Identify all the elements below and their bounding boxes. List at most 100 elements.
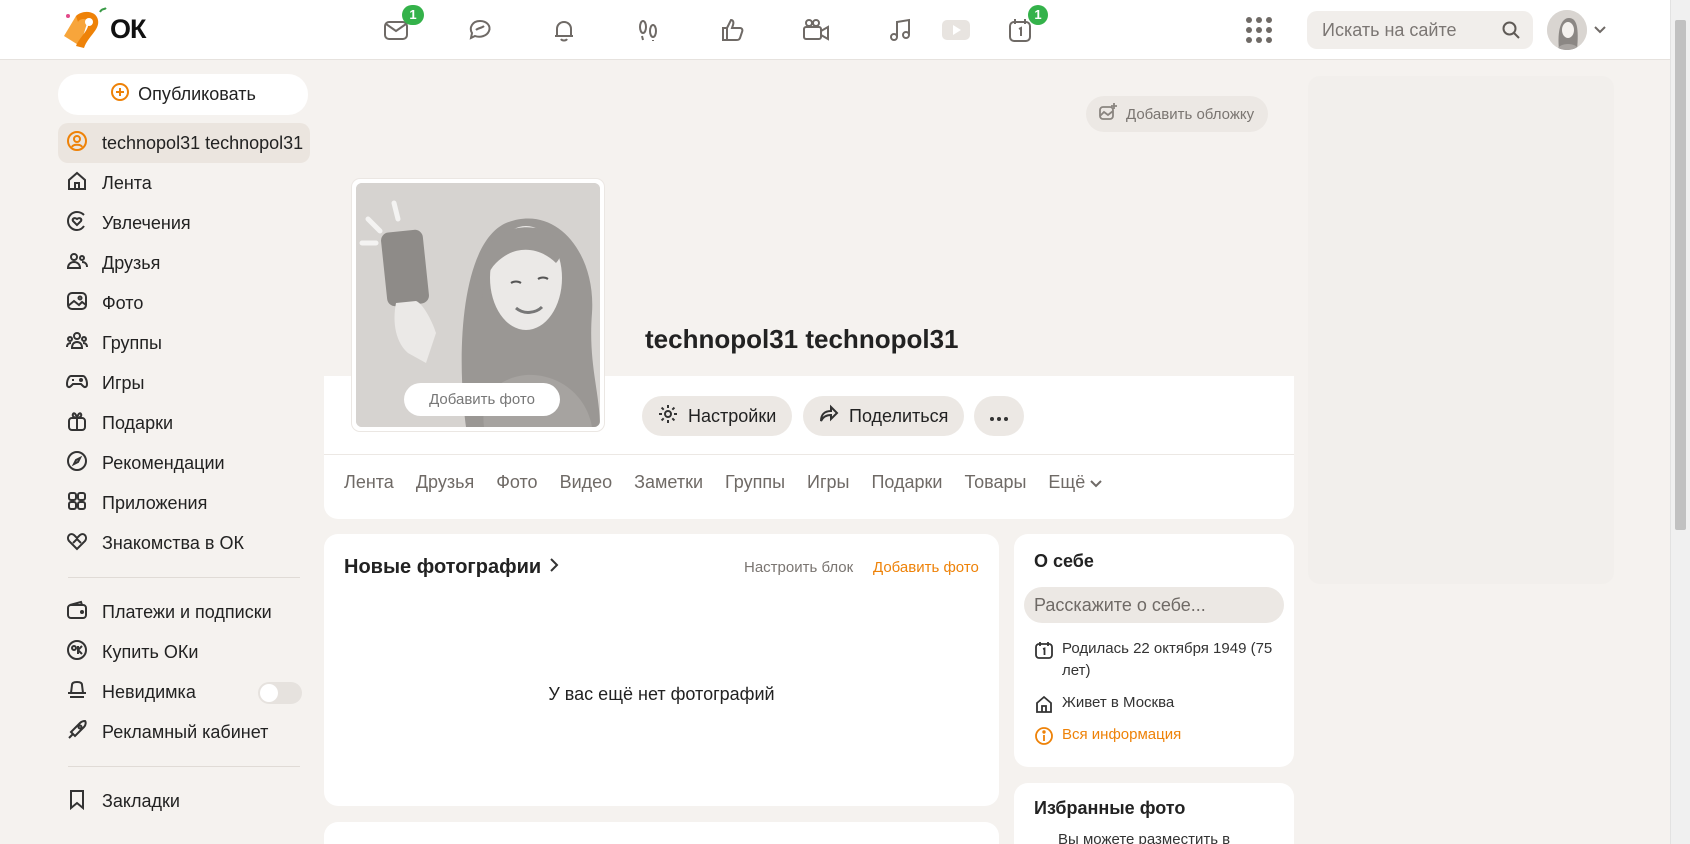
favorite-photos-text: Вы можете разместить в <box>1058 831 1231 844</box>
sidebar-item-hobbies[interactable]: Увлечения <box>58 203 310 243</box>
messages-icon[interactable]: 1 <box>380 5 424 46</box>
sidebar-item-label: Платежи и подписки <box>102 601 272 622</box>
tab-more-label: Ещё <box>1048 472 1086 492</box>
tab-notes[interactable]: Заметки <box>634 472 703 493</box>
sidebar-item-label: Приложения <box>102 492 208 513</box>
apps-grid-icon <box>66 490 88 517</box>
tab-feed[interactable]: Лента <box>344 472 394 493</box>
sidebar-item-label: Знакомства в ОК <box>102 532 244 553</box>
favorite-photos-title: Избранные фото <box>1034 798 1186 818</box>
configure-block-link[interactable]: Настроить блок <box>744 559 853 576</box>
apps-grid-icon[interactable] <box>1244 15 1274 45</box>
gifts-icon <box>66 410 88 437</box>
tab-gifts[interactable]: Подарки <box>871 472 942 493</box>
add-photo-link[interactable]: Добавить фото <box>873 559 979 576</box>
sidebar-item-gifts[interactable]: Подарки <box>58 403 310 443</box>
sidebar-item-photo[interactable]: Фото <box>58 283 310 323</box>
share-button[interactable]: Поделиться <box>803 396 965 436</box>
sidebar-item-label: Закладки <box>102 790 180 811</box>
chevron-down-icon[interactable] <box>1593 22 1607 40</box>
sidebar-item-label: Фото <box>102 292 144 313</box>
add-cover-label: Добавить обложку <box>1126 105 1255 123</box>
sidebar-item-payments[interactable]: Платежи и подписки <box>58 592 310 632</box>
add-photo-button[interactable]: Добавить фото <box>404 383 560 416</box>
guests-footprints-icon[interactable] <box>632 14 664 46</box>
settings-button[interactable]: Настройки <box>642 396 793 436</box>
invisible-toggle[interactable] <box>258 682 302 704</box>
share-arrow-icon <box>819 404 839 429</box>
ok-logo[interactable]: ОК <box>58 6 146 52</box>
sidebar-item-label: technopol31 technopol31 <box>102 132 304 153</box>
groups-icon <box>66 330 88 357</box>
music-note-icon[interactable] <box>884 14 916 46</box>
profile-icon <box>66 130 88 157</box>
logo-badge-icon <box>58 6 108 52</box>
friends-icon <box>66 250 88 277</box>
page-scrollbar[interactable] <box>1670 0 1690 844</box>
next-card <box>324 822 999 844</box>
sidebar-item-dating[interactable]: Знакомства в ОК <box>58 523 310 563</box>
sidebar-item-feed[interactable]: Лента <box>58 163 310 203</box>
sidebar-item-friends[interactable]: Друзья <box>58 243 310 283</box>
sidebar-item-recommendations[interactable]: Рекомендации <box>58 443 310 483</box>
video-play-icon[interactable] <box>940 14 972 46</box>
sidebar-item-invisible[interactable]: Невидимка <box>58 672 310 712</box>
tab-photo[interactable]: Фото <box>496 472 537 493</box>
tab-goods[interactable]: Товары <box>964 472 1026 493</box>
sidebar-item-label: Рекомендации <box>102 452 225 473</box>
add-cover-button[interactable]: Добавить обложку <box>1086 96 1269 132</box>
compass-icon <box>66 450 88 477</box>
new-photos-title-link[interactable]: Новые фотографии <box>344 556 559 579</box>
share-label: Поделиться <box>849 405 949 426</box>
tab-games[interactable]: Игры <box>807 472 849 493</box>
sidebar-item-label: Подарки <box>102 412 174 433</box>
tab-friends[interactable]: Друзья <box>416 472 474 493</box>
likes-thumb-icon[interactable] <box>716 14 748 46</box>
sidebar-divider <box>68 766 300 767</box>
birthday-row: Родилась 22 октября 1949 (75 лет) <box>1034 638 1284 682</box>
sidebar-item-bookmarks[interactable]: Закладки <box>58 781 310 821</box>
right-ad-area <box>1308 76 1614 584</box>
sidebar-item-groups[interactable]: Группы <box>58 323 310 363</box>
notifications-bell-icon[interactable] <box>548 14 580 46</box>
search-box <box>1307 11 1533 49</box>
tab-more[interactable]: Ещё <box>1048 472 1103 493</box>
sidebar-item-ads[interactable]: Рекламный кабинет <box>58 712 310 752</box>
all-info-text: Вся информация <box>1062 726 1182 743</box>
more-actions-button[interactable] <box>974 396 1024 436</box>
sidebar-item-buy-oks[interactable]: Купить ОКи <box>58 632 310 672</box>
new-photos-card: Новые фотографии Настроить блок Добавить… <box>324 534 999 806</box>
tab-groups[interactable]: Группы <box>725 472 785 493</box>
sidebar-item-games[interactable]: Игры <box>58 363 310 403</box>
events-calendar-icon[interactable]: 1 <box>1004 5 1048 46</box>
about-title: О себе <box>1034 551 1094 571</box>
discussions-icon[interactable] <box>464 14 496 46</box>
sidebar-item-profile[interactable]: technopol31 technopol31 <box>58 123 310 163</box>
sidebar-item-label: Лента <box>102 172 152 193</box>
all-info-link[interactable]: Вся информация <box>1034 724 1181 753</box>
video-camera-icon[interactable] <box>800 14 832 46</box>
scrollbar-thumb[interactable] <box>1675 20 1686 530</box>
no-photos-message: У вас ещё нет фотографий <box>548 684 775 704</box>
tab-video[interactable]: Видео <box>560 472 613 493</box>
favorite-photos-card: Избранные фото Вы можете разместить в <box>1014 783 1294 844</box>
sidebar-item-label: Игры <box>102 372 145 393</box>
search-input[interactable] <box>1307 11 1487 49</box>
profile-name: technopol31 technopol31 <box>645 324 959 354</box>
plus-circle-icon <box>110 82 130 107</box>
about-input[interactable] <box>1024 587 1284 623</box>
sidebar-item-apps[interactable]: Приложения <box>58 483 310 523</box>
incognito-icon <box>66 679 88 706</box>
user-avatar[interactable] <box>1547 10 1587 50</box>
sidebar-item-label: Группы <box>102 332 162 353</box>
info-circle-icon <box>1034 724 1054 753</box>
profile-photo[interactable]: Добавить фото <box>352 179 604 431</box>
publish-label: Опубликовать <box>138 84 256 104</box>
ads-icon <box>66 719 88 746</box>
publish-button[interactable]: Опубликовать <box>58 74 308 115</box>
search-icon[interactable] <box>1501 20 1521 45</box>
sidebar-divider <box>68 577 300 578</box>
top-bar: ОК 1 1 <box>0 0 1670 60</box>
sidebar-item-label: Друзья <box>102 252 161 273</box>
coin-icon <box>66 639 88 666</box>
